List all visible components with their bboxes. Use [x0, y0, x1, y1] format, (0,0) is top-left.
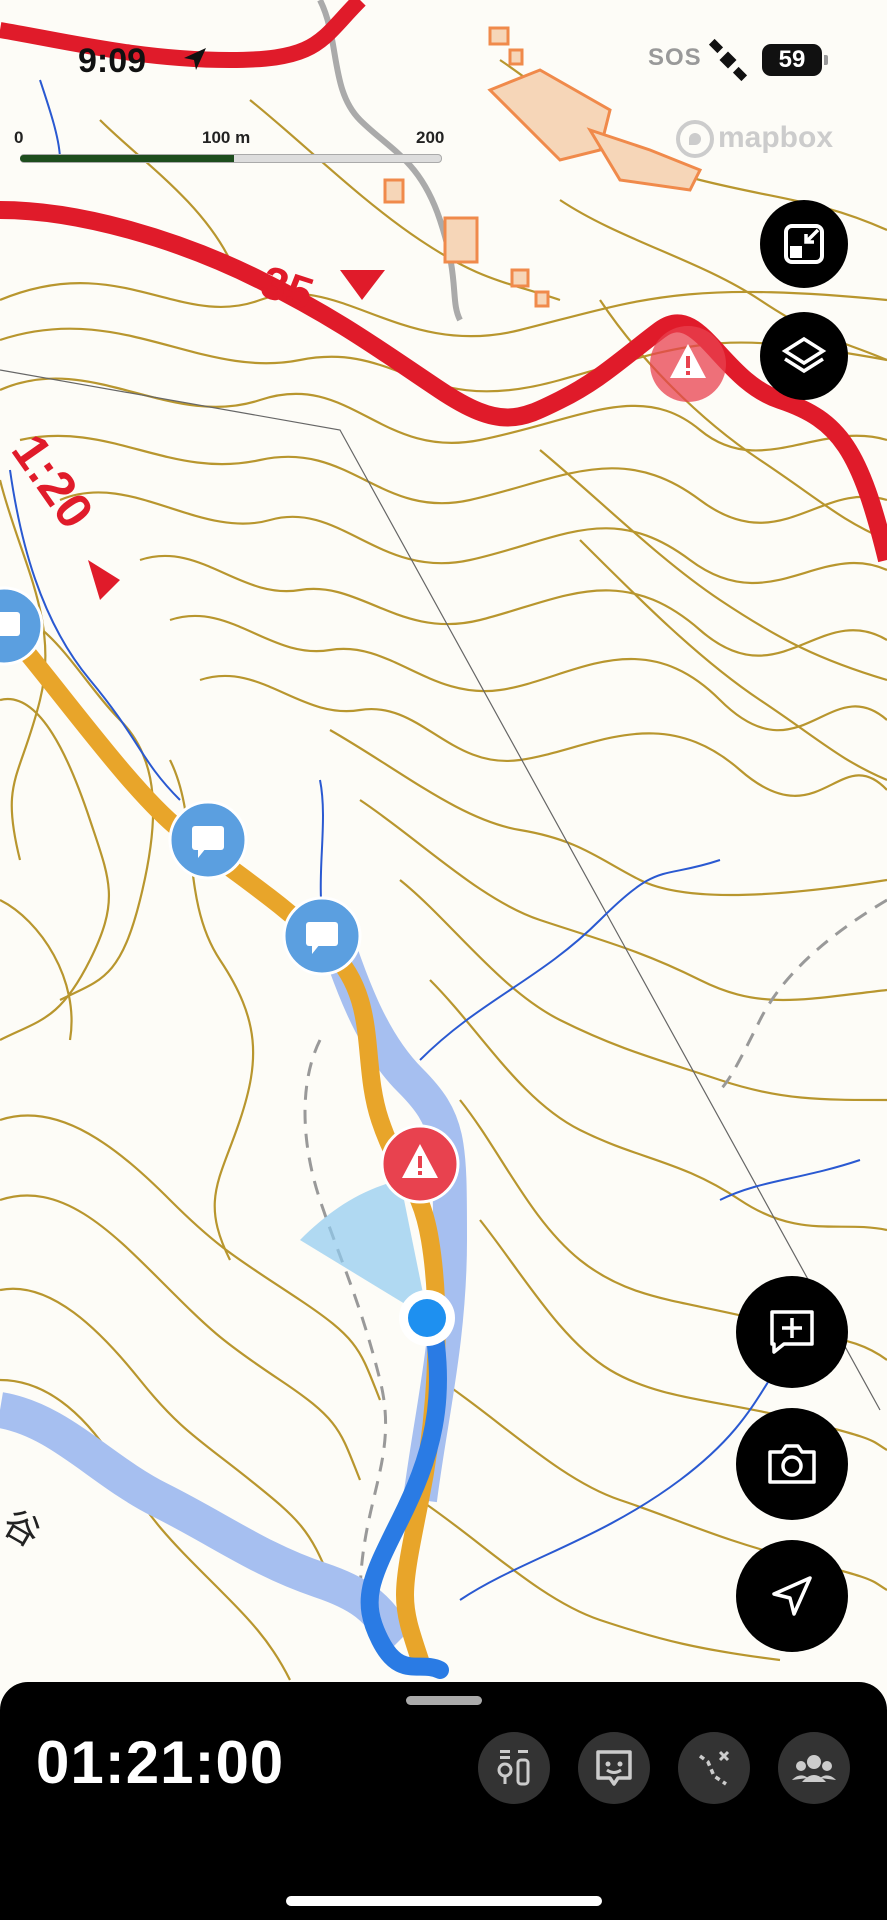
status-bar: 9:09 SOS 59 [0, 38, 887, 88]
waypoints-icon [497, 1750, 530, 1786]
navigation-arrow-icon [772, 1576, 812, 1616]
elapsed-time: 01:21:00 [36, 1729, 285, 1796]
note-marker[interactable] [168, 800, 248, 880]
feedback-icon [596, 1750, 632, 1786]
satellite-icon [708, 38, 748, 82]
add-note-icon [770, 1310, 814, 1354]
mapbox-logo-icon [676, 120, 714, 158]
warning-marker-2[interactable] [380, 1124, 460, 1204]
clock: 9:09 [78, 42, 147, 80]
group-icon [792, 1755, 836, 1782]
route-edit-button[interactable] [678, 1732, 750, 1804]
scale-bar: 0 100 m 200 m [14, 128, 450, 168]
collapse-icon [784, 224, 824, 264]
feedback-button[interactable] [578, 1732, 650, 1804]
add-note-button[interactable] [736, 1276, 848, 1388]
scale-label-100: 100 m [202, 128, 251, 147]
location-arrow-icon [184, 48, 206, 70]
scale-label-0: 0 [14, 128, 24, 147]
mapbox-brand: mapbox [718, 120, 834, 154]
home-indicator [286, 1896, 602, 1906]
warning-marker[interactable] [650, 326, 726, 402]
battery-indicator: 59 [762, 44, 828, 76]
layers-icon [781, 336, 827, 374]
group-button[interactable] [778, 1732, 850, 1804]
current-location-dot [399, 1290, 455, 1346]
mapbox-attribution[interactable]: mapbox [676, 120, 833, 160]
locate-button[interactable] [736, 1540, 848, 1652]
waypoints-button[interactable] [478, 1732, 550, 1804]
layers-button[interactable] [760, 312, 848, 400]
sos-indicator: SOS [648, 44, 702, 71]
note-marker-2[interactable] [282, 896, 362, 976]
scale-fill [20, 155, 234, 162]
route-edit-icon [698, 1750, 730, 1786]
bottom-panel[interactable]: 01:21:00 [0, 1682, 887, 1920]
drag-handle[interactable] [406, 1696, 482, 1705]
camera-icon [768, 1444, 816, 1484]
camera-button[interactable] [736, 1408, 848, 1520]
collapse-view-button[interactable] [760, 200, 848, 288]
